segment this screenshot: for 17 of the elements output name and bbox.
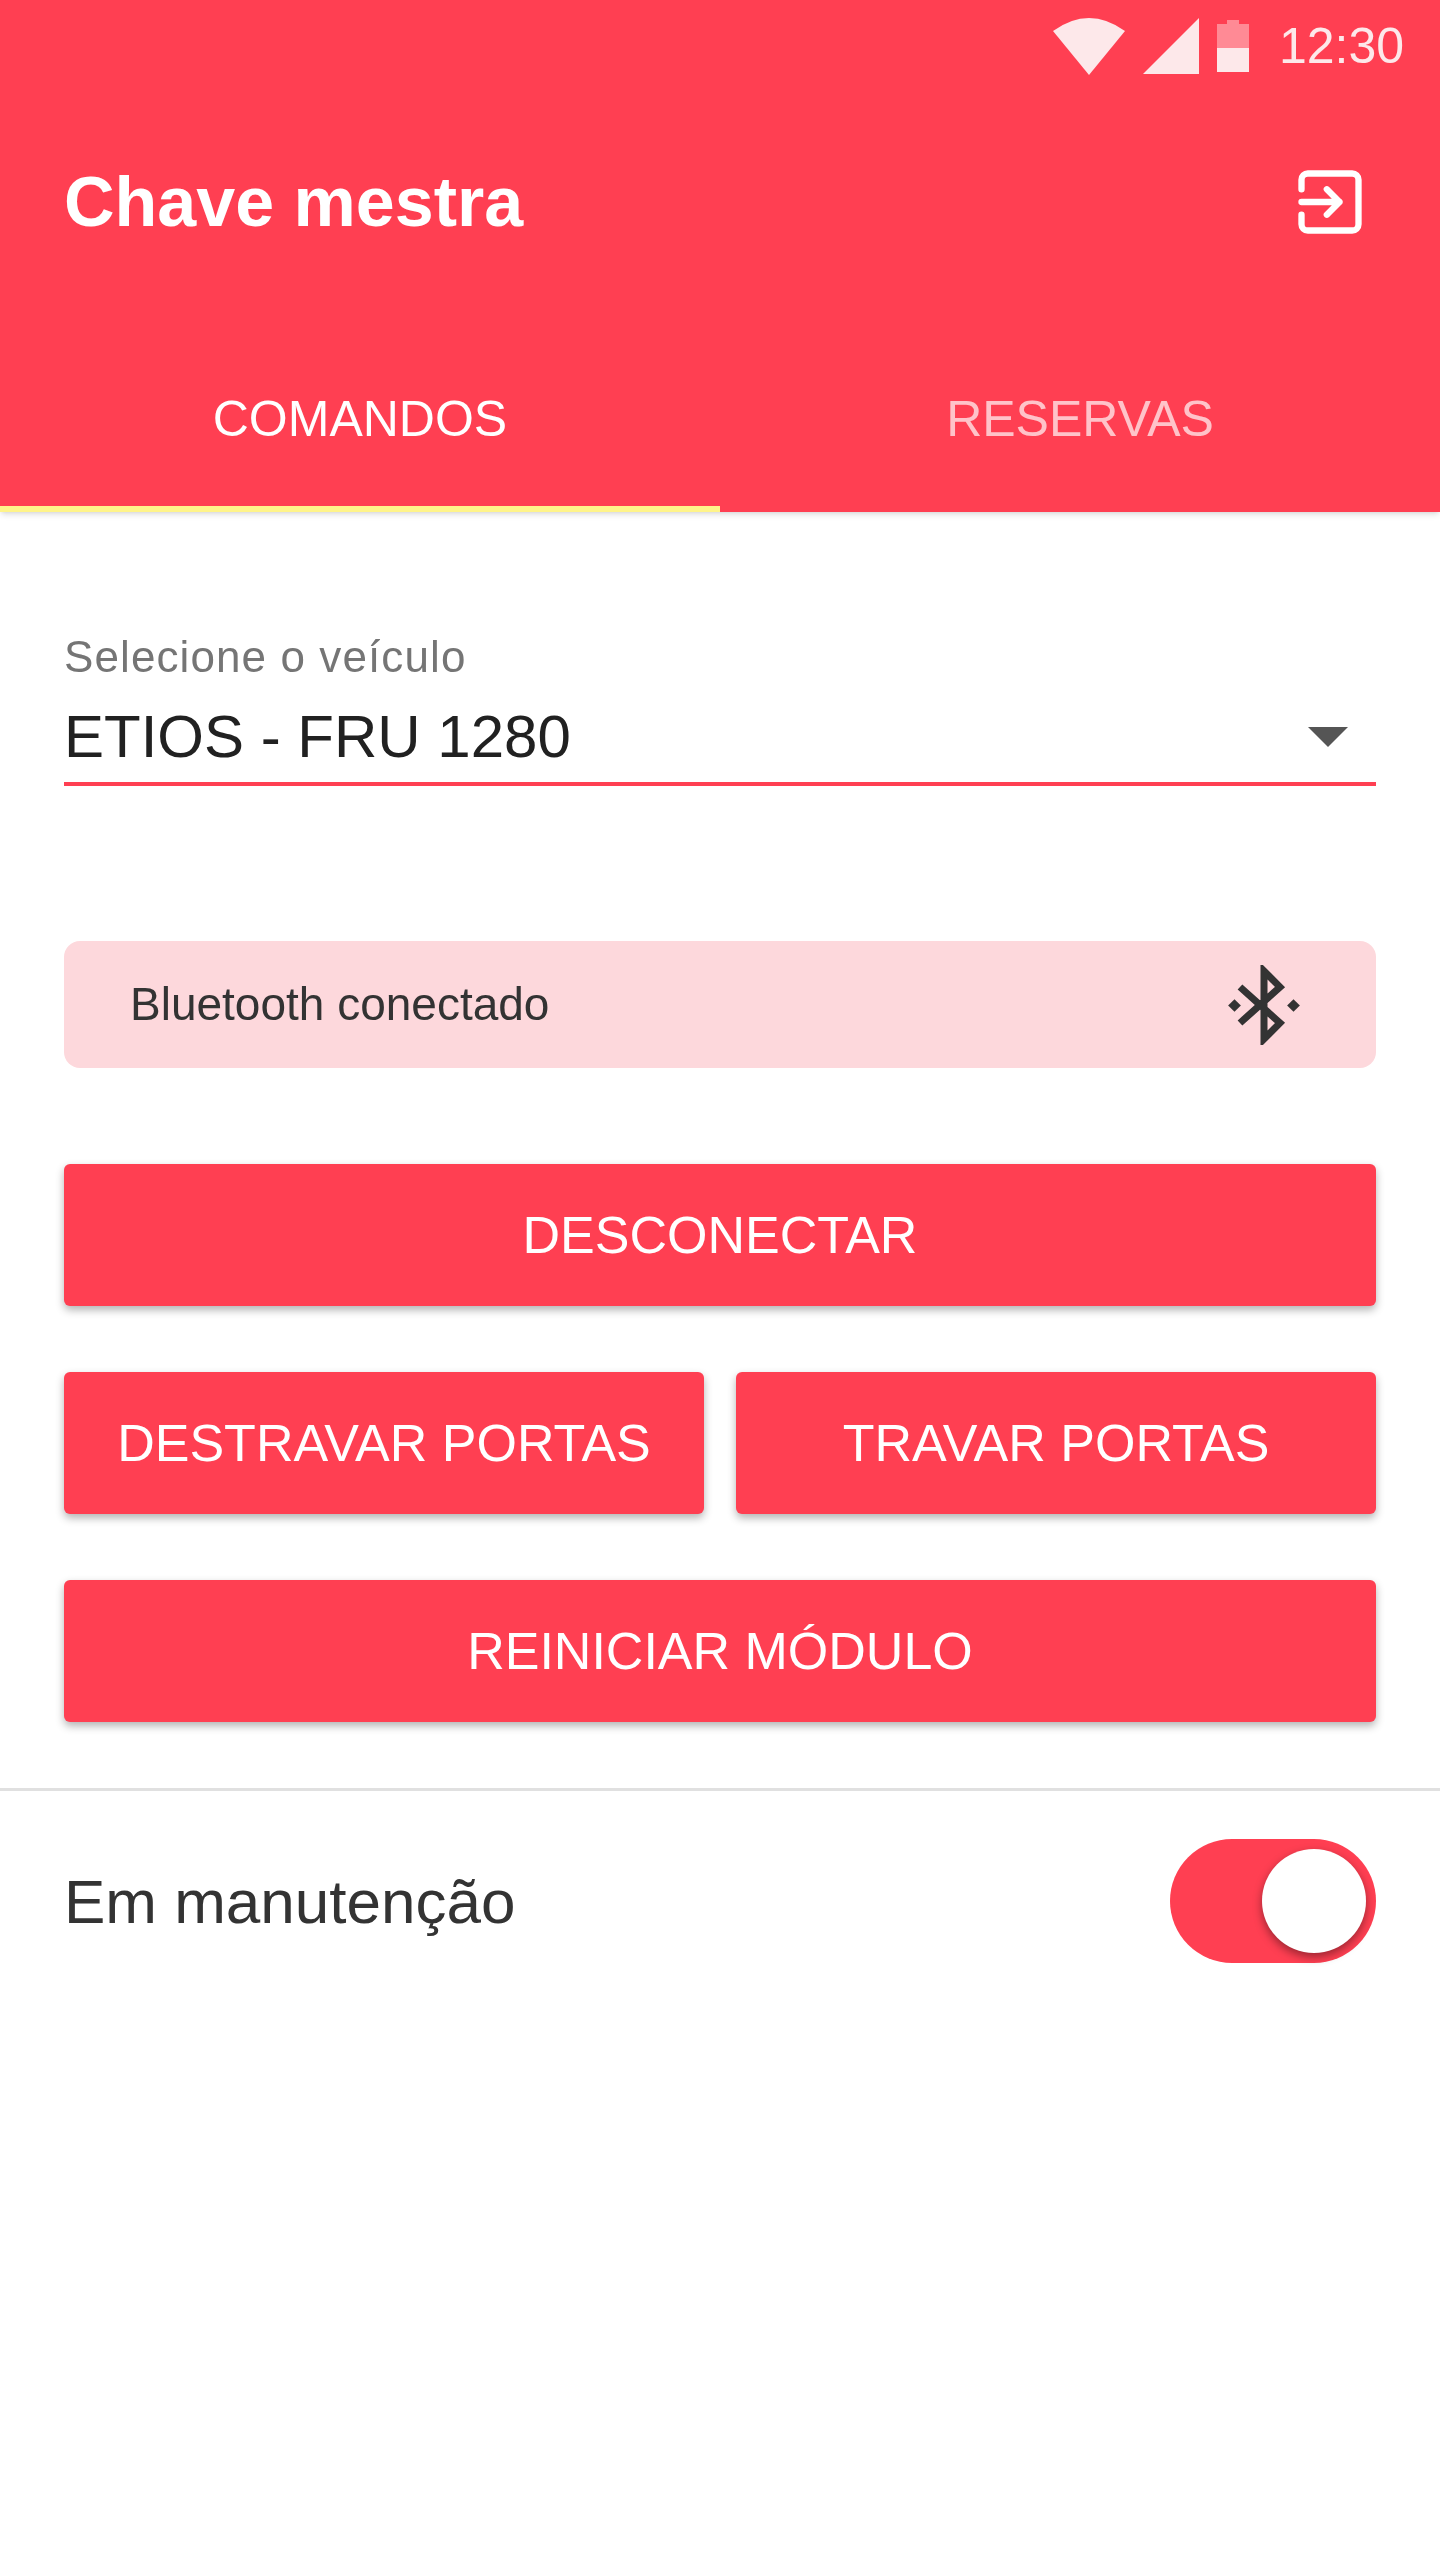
status-text: Bluetooth conectado — [130, 977, 550, 1032]
command-button[interactable]: TRAVAR PORTAS — [736, 1372, 1376, 1514]
app-title: Chave mestra — [64, 161, 524, 243]
signal-icon — [1142, 18, 1199, 74]
tab[interactable]: RESERVAS — [720, 332, 1440, 512]
command-button[interactable]: REINICIAR MÓDULO — [64, 1580, 1376, 1722]
status-time: 12:30 — [1278, 16, 1404, 76]
command-button[interactable]: DESTRAVAR PORTAS — [64, 1372, 704, 1514]
vehicle-dropdown[interactable]: ETIOS - FRU 1280 — [64, 698, 1376, 786]
wifi-icon — [1052, 17, 1125, 75]
dropdown-arrow-icon — [1308, 727, 1348, 747]
battery-icon — [1216, 20, 1249, 72]
command-button[interactable]: DESCONECTAR — [64, 1164, 1376, 1306]
maintenance-label: Em manutenção — [64, 1865, 516, 1938]
field-label: Selecione o veículo — [64, 631, 468, 683]
tab[interactable]: COMANDOS — [0, 332, 720, 512]
bluetooth-icon — [1228, 964, 1300, 1045]
